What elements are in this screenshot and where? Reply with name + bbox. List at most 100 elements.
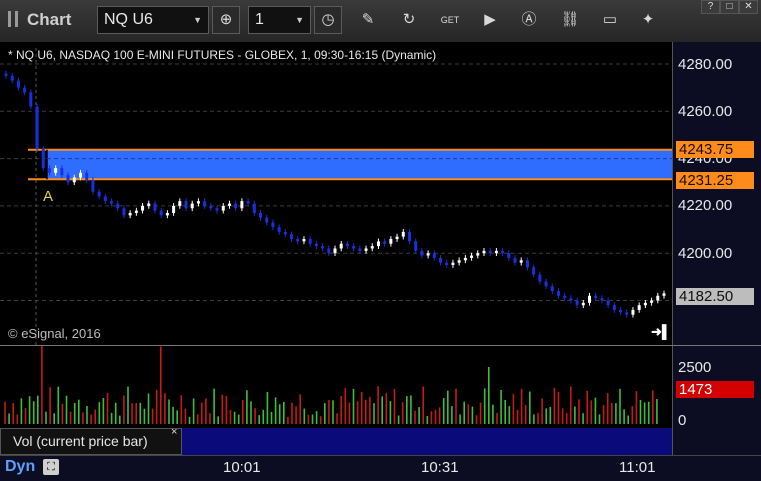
candle-body: [612, 305, 616, 310]
candle-body: [656, 295, 660, 301]
candle-body: [265, 217, 269, 223]
candle-body: [290, 234, 294, 240]
candle-body: [221, 205, 225, 211]
candle-body: [339, 243, 343, 249]
candle-body: [401, 231, 405, 237]
candle-body: [439, 257, 443, 263]
study-axis: [672, 428, 761, 455]
price-tick-label: 4200.00: [678, 245, 733, 262]
candle-body: [376, 241, 380, 247]
dynamic-mode-label[interactable]: Dyn: [5, 458, 35, 476]
candle-body: [532, 267, 536, 275]
scroll-to-end-icon[interactable]: ➜▌: [651, 324, 671, 340]
candle-body: [352, 246, 356, 249]
candle-body: [538, 274, 542, 282]
candle-body: [72, 177, 76, 183]
candle-body: [66, 175, 70, 183]
candle-body: [370, 246, 374, 249]
candle-body: [153, 203, 157, 211]
candle-body: [333, 248, 337, 254]
candle-body: [29, 92, 33, 107]
candle-body: [345, 243, 349, 247]
lower-level-tag[interactable]: 4231.25: [676, 172, 754, 189]
lock-icon[interactable]: ⛶: [43, 459, 59, 475]
candle-body: [60, 168, 64, 176]
candle-body: [141, 205, 145, 211]
chart-window: Chart NQ U6 ▼ ⊕ 1 ▼ ◷ ✎ ↻ GET ▶ Ⓐ ⛓ ▭ ✦ …: [0, 0, 761, 481]
copyright-label: © eSignal, 2016: [8, 326, 101, 341]
candle-body: [606, 300, 610, 306]
candle-body: [662, 293, 666, 296]
candle-body: [395, 236, 399, 240]
candle-body: [575, 300, 579, 306]
candle-body: [110, 201, 114, 204]
candle-body: [463, 257, 467, 261]
candle-body: [519, 260, 523, 263]
upper-level-tag[interactable]: 4243.75: [676, 141, 754, 158]
candle-body: [525, 260, 529, 268]
candle-body: [488, 250, 492, 254]
candle-body: [234, 203, 238, 209]
candle-body: [302, 239, 306, 242]
candle-body: [296, 239, 300, 242]
candle-body: [10, 75, 14, 81]
candle-body: [271, 222, 275, 228]
candle-body: [631, 309, 635, 315]
candle-body: [147, 203, 151, 206]
close-icon[interactable]: ×: [171, 426, 177, 438]
candle-body: [389, 239, 393, 244]
candle-body: [85, 172, 89, 180]
candle-body: [556, 291, 560, 296]
price-tick-label: 4280.00: [678, 56, 733, 73]
candle-body: [47, 168, 51, 173]
chart-canvas: [0, 48, 672, 424]
candle-body: [78, 172, 82, 178]
candle-body: [283, 231, 287, 235]
candle-body: [625, 312, 629, 315]
candle-body: [550, 286, 554, 292]
candle-body: [563, 295, 567, 299]
candle-body: [178, 201, 182, 206]
candle-body: [544, 281, 548, 287]
candle-body: [190, 203, 194, 209]
candle-body: [482, 250, 486, 254]
candle-body: [159, 210, 163, 216]
candle-body: [507, 253, 511, 258]
candle-body: [426, 253, 430, 256]
candle-body: [184, 201, 188, 209]
candle-body: [420, 250, 424, 256]
study-tab[interactable]: Vol (current price bar): [0, 428, 182, 455]
candle-body: [569, 298, 573, 301]
candle-body: [277, 227, 281, 232]
candle-body: [513, 257, 517, 263]
candle-body: [327, 248, 331, 254]
candle-body: [432, 253, 436, 258]
candle-body: [581, 302, 585, 306]
candle-body: [476, 253, 480, 256]
candle-body: [364, 248, 368, 251]
candle-body: [358, 248, 362, 251]
candle-body: [122, 208, 126, 216]
candle-body: [650, 300, 654, 303]
candle-body: [314, 243, 318, 247]
candle-body: [246, 201, 250, 204]
last-volume-tag: 1473: [676, 381, 754, 398]
candle-body: [445, 262, 449, 266]
candle-body: [407, 231, 411, 242]
candle-body: [134, 210, 138, 213]
last-price-tag: 4182.50: [676, 288, 754, 305]
candle-body: [383, 241, 387, 244]
candle-body: [643, 302, 647, 306]
volume-tick-label: 0: [678, 412, 687, 429]
candle-body: [91, 179, 95, 192]
candle-body: [172, 205, 176, 213]
candle-body: [594, 295, 598, 299]
range-box: [47, 149, 672, 180]
candle-body: [321, 246, 325, 249]
candle-body: [259, 212, 263, 218]
candle-body: [23, 87, 27, 93]
candle-body: [637, 305, 641, 310]
candle-body: [16, 80, 20, 88]
alert-marker[interactable]: A: [43, 188, 53, 205]
candle-body: [209, 205, 213, 209]
